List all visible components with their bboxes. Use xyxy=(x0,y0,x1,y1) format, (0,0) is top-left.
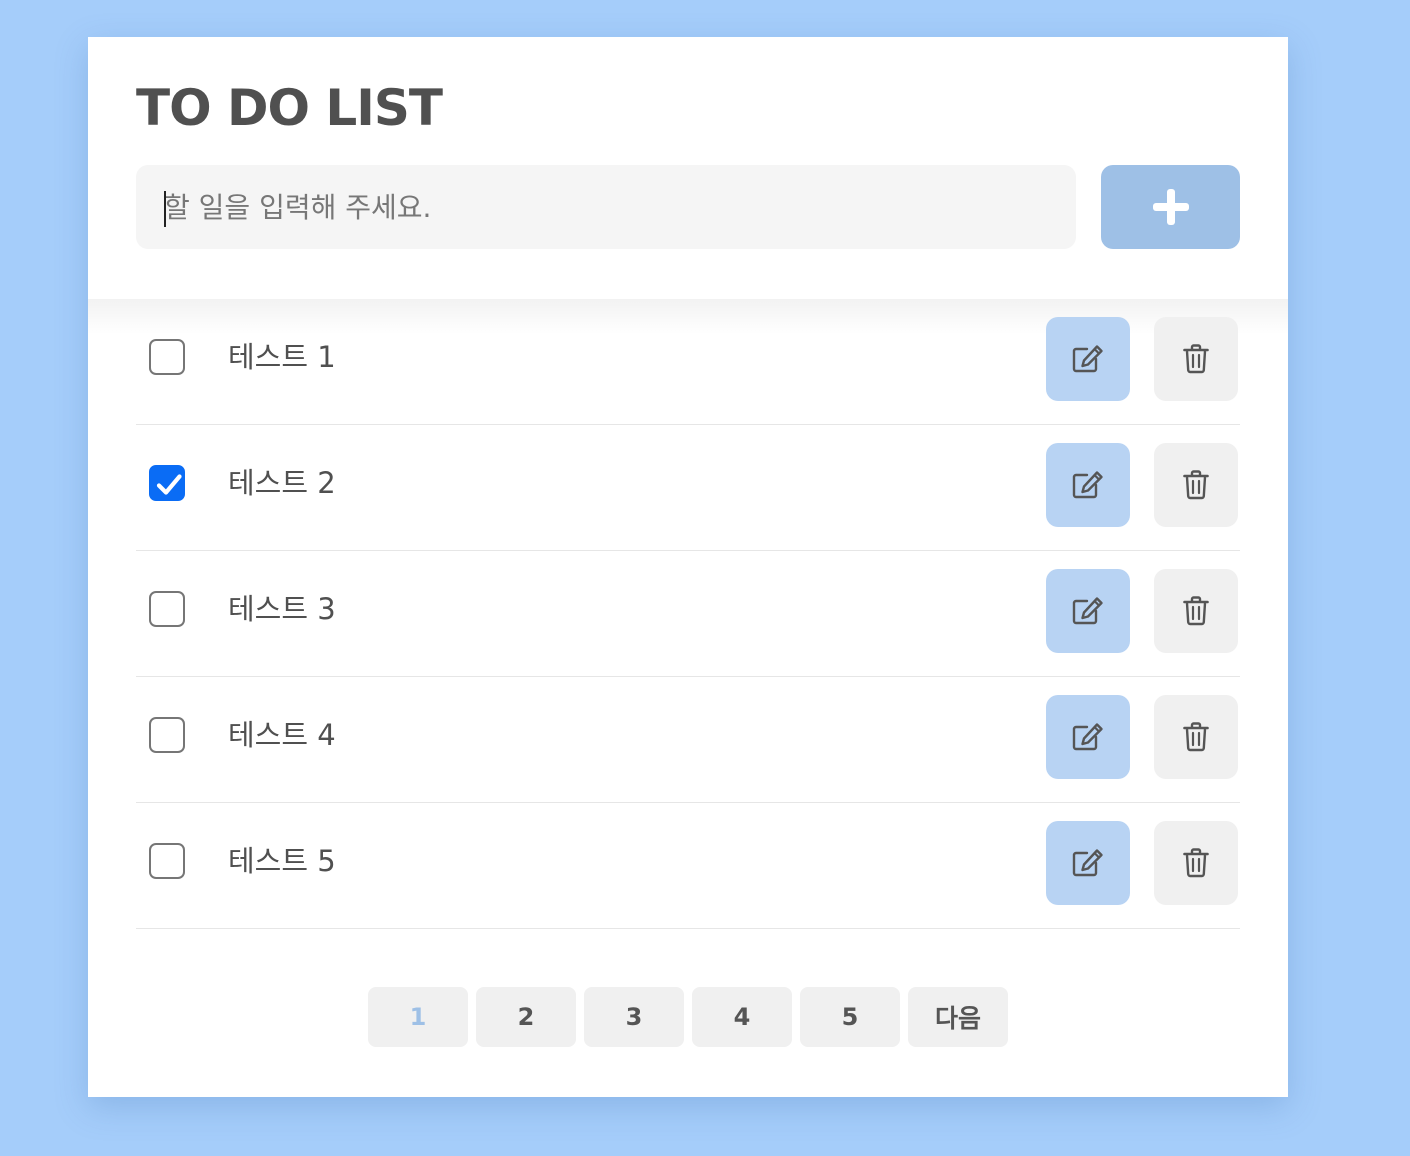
todo-item: 테스트 4 xyxy=(136,677,1240,803)
pagination: 1 2 3 4 5 다음 xyxy=(368,987,1008,1047)
todo-item: 테스트 5 xyxy=(136,803,1240,929)
todo-checkbox[interactable] xyxy=(149,591,185,627)
trash-icon xyxy=(1183,344,1209,374)
page-title: TO DO LIST xyxy=(136,79,443,137)
edit-button[interactable] xyxy=(1046,443,1130,527)
trash-icon xyxy=(1183,470,1209,500)
todo-text: 테스트 4 xyxy=(228,718,336,752)
todo-checkbox[interactable] xyxy=(149,717,185,753)
page-button-3[interactable]: 3 xyxy=(584,987,684,1047)
edit-icon xyxy=(1072,597,1103,625)
page-button-1[interactable]: 1 xyxy=(368,987,468,1047)
plus-icon xyxy=(1152,189,1189,225)
todo-text: 테스트 5 xyxy=(228,844,336,878)
todo-checkbox[interactable] xyxy=(149,843,185,879)
edit-button[interactable] xyxy=(1046,695,1130,779)
todo-checkbox[interactable] xyxy=(149,465,185,501)
add-todo-button[interactable] xyxy=(1101,165,1240,249)
todo-item: 테스트 3 xyxy=(136,551,1240,677)
page-button-5[interactable]: 5 xyxy=(800,987,900,1047)
delete-button[interactable] xyxy=(1154,317,1238,401)
edit-icon xyxy=(1072,849,1103,877)
edit-icon xyxy=(1072,723,1103,751)
todo-checkbox[interactable] xyxy=(149,339,185,375)
page-button-4[interactable]: 4 xyxy=(692,987,792,1047)
edit-icon xyxy=(1072,471,1103,499)
next-page-button[interactable]: 다음 xyxy=(908,987,1008,1047)
delete-button[interactable] xyxy=(1154,443,1238,527)
text-caret xyxy=(164,191,166,227)
todo-text: 테스트 1 xyxy=(228,340,336,374)
trash-icon xyxy=(1183,848,1209,878)
todo-text: 테스트 2 xyxy=(228,466,336,500)
edit-icon xyxy=(1072,345,1103,373)
edit-button[interactable] xyxy=(1046,821,1130,905)
todo-card: TO DO LIST 테스트 1 xyxy=(88,37,1288,1097)
todo-header: TO DO LIST xyxy=(88,37,1288,299)
todo-text: 테스트 3 xyxy=(228,592,336,626)
delete-button[interactable] xyxy=(1154,695,1238,779)
trash-icon xyxy=(1183,596,1209,626)
todo-list: 테스트 1 테스트 2 테스트 3 테스트 4 테스트 5 xyxy=(136,299,1240,929)
edit-button[interactable] xyxy=(1046,569,1130,653)
delete-button[interactable] xyxy=(1154,821,1238,905)
page-button-2[interactable]: 2 xyxy=(476,987,576,1047)
edit-button[interactable] xyxy=(1046,317,1130,401)
delete-button[interactable] xyxy=(1154,569,1238,653)
todo-item: 테스트 1 xyxy=(136,299,1240,425)
trash-icon xyxy=(1183,722,1209,752)
todo-item: 테스트 2 xyxy=(136,425,1240,551)
check-icon xyxy=(156,474,182,495)
todo-input[interactable] xyxy=(136,165,1076,249)
